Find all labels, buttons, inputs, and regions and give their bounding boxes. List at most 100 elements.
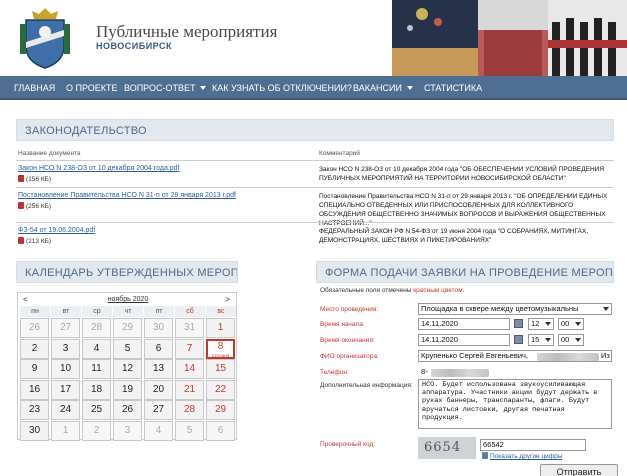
day-number: 5 — [124, 342, 131, 354]
calendar-day[interactable]: 15 — [206, 359, 235, 379]
submit-button[interactable]: Отправить — [540, 464, 618, 476]
weekday-header: ср — [82, 306, 112, 317]
end-label: Время окончания: — [320, 337, 375, 344]
chevron-down-icon — [200, 86, 207, 90]
nav-item-faq[interactable]: Вопрос-ответ — [124, 76, 207, 100]
refresh-captcha-text: Показать другие цифры — [490, 453, 563, 460]
calendar-month-label[interactable]: ноябрь 2020 — [18, 296, 238, 303]
calendar-day[interactable]: 13 — [144, 359, 173, 379]
day-number: 19 — [121, 383, 134, 395]
day-number: 25 — [90, 404, 103, 415]
calendar-day[interactable]: 18 — [82, 379, 111, 400]
calendar-day[interactable]: 26 — [113, 400, 142, 420]
calendar-day[interactable]: 3 — [113, 420, 142, 441]
day-number: 28 — [90, 322, 103, 333]
calendar-day[interactable]: 30 — [144, 318, 173, 338]
calendar-day[interactable]: 9 — [20, 359, 49, 379]
calendar-day[interactable]: 30 — [20, 420, 49, 441]
calendar-day[interactable]: 6 — [144, 338, 173, 359]
doc-link[interactable]: ФЗ-54 от 19.06.2004.pdf — [18, 227, 95, 234]
day-number: 20 — [152, 383, 165, 395]
doc-link[interactable]: Закон НСО N 238-ОЗ от 10 декабря 2004 го… — [18, 165, 180, 172]
day-number: 28 — [183, 404, 196, 415]
calendar-day-today[interactable]: 8 Сегодня — [206, 338, 235, 359]
nav-item-vacancies[interactable]: Вакансии — [353, 76, 413, 100]
day-number: 1 — [62, 424, 69, 436]
doc-link[interactable]: Постановление Правительства НСО N 31-п о… — [18, 192, 236, 199]
redacted-text — [537, 353, 599, 361]
refresh-captcha-link[interactable]: Показать другие цифры — [482, 452, 562, 460]
fio-input[interactable]: Крупенько Сергей Евгеньевич, Из — [418, 350, 612, 362]
calendar-day[interactable]: 23 — [20, 400, 49, 420]
phone-input[interactable]: 8- — [418, 366, 612, 378]
nav-item-about[interactable]: О проекте — [66, 76, 118, 100]
calendar-day[interactable]: 20 — [144, 379, 173, 400]
calendar-day[interactable]: 11 — [82, 359, 111, 379]
extra-info-textarea[interactable]: НСО. Будет использована звукоусиливающая… — [418, 379, 612, 429]
place-select[interactable]: Площадка в сквере между цветомузыкальны — [418, 303, 612, 315]
nav-item-statistics[interactable]: Статистика — [424, 76, 482, 100]
calendar-icon[interactable] — [514, 335, 523, 344]
calendar-day[interactable]: 28 — [82, 318, 111, 338]
start-min-select[interactable]: 00 — [558, 318, 584, 330]
calendar-day[interactable]: 27 — [51, 318, 80, 338]
calendar-day[interactable]: 17 — [51, 379, 80, 400]
calendar-day[interactable]: 25 — [82, 400, 111, 420]
calendar-day[interactable]: 28 — [175, 400, 204, 420]
calendar-day[interactable]: 19 — [113, 379, 142, 400]
calendar-day[interactable]: 4 — [82, 338, 111, 359]
end-date-input[interactable]: 14.11.2020 — [418, 334, 510, 346]
calendar-day[interactable]: 16 — [20, 379, 49, 400]
calendar-day[interactable]: 3 — [51, 338, 80, 359]
calendar-day[interactable]: 22 — [206, 379, 235, 400]
calendar-day[interactable]: 31 — [175, 318, 204, 338]
calendar-next-button[interactable]: > — [225, 295, 230, 304]
start-hour-select[interactable]: 12 — [528, 318, 554, 330]
end-min-select[interactable]: 00 — [558, 334, 584, 346]
weekday-header: вс — [206, 306, 236, 317]
calendar-day[interactable]: 29 — [113, 318, 142, 338]
day-number: 23 — [28, 404, 41, 415]
calendar-day[interactable]: 24 — [51, 400, 80, 420]
nav-item-outages[interactable]: Как узнать об отключении? — [212, 76, 352, 100]
day-number: 30 — [152, 322, 165, 333]
note-text: Обязательные поля отмечены — [320, 287, 414, 294]
calendar-day[interactable]: 1 — [51, 420, 80, 441]
calendar-day[interactable]: 6 — [206, 420, 235, 441]
day-number: 12 — [121, 363, 134, 374]
calendar-day[interactable]: 2 — [82, 420, 111, 441]
calendar-day[interactable]: 7 — [175, 338, 204, 359]
nav-item-home[interactable]: Главная — [14, 76, 55, 100]
captcha-label: Проверочный код: — [320, 441, 376, 448]
calendar-day[interactable]: 4 — [144, 420, 173, 441]
calendar-day[interactable]: 1 — [206, 318, 235, 338]
divider — [16, 222, 614, 223]
site-header: Публичные мероприятия НОВОСИБИРСК — [0, 0, 627, 76]
calendar-day[interactable]: 10 — [51, 359, 80, 379]
calendar-icon[interactable] — [514, 319, 523, 328]
nav-label: О проекте — [66, 83, 118, 93]
law-panel-title: Законодательство — [16, 119, 614, 141]
start-date-input[interactable]: 14.11.2020 — [418, 318, 510, 330]
calendar-day[interactable]: 29 — [206, 400, 235, 420]
day-number: 4 — [93, 342, 100, 354]
calendar-day[interactable]: 5 — [175, 420, 204, 441]
calendar-day[interactable]: 21 — [175, 379, 204, 400]
coat-of-arms-logo[interactable] — [18, 6, 72, 70]
calendar-day[interactable]: 2 — [20, 338, 49, 359]
calendar-day[interactable]: 27 — [144, 400, 173, 420]
day-number: 1 — [217, 322, 224, 333]
calendar-day[interactable]: 5 — [113, 338, 142, 359]
captcha-input[interactable]: 66542 — [480, 439, 586, 451]
weekday-header: чт — [113, 306, 143, 317]
nav-label: Вопрос-ответ — [124, 83, 196, 93]
place-label: Место проведения: — [320, 306, 379, 313]
end-hour-select[interactable]: 15 — [528, 334, 554, 346]
site-subtitle: НОВОСИБИРСК — [96, 41, 172, 51]
start-hour-value: 12 — [531, 319, 540, 328]
redacted-text — [431, 369, 489, 377]
calendar-day[interactable]: 26 — [20, 318, 49, 338]
file-size-text: (213 КБ) — [26, 238, 52, 245]
calendar-day[interactable]: 12 — [113, 359, 142, 379]
calendar-day[interactable]: 14 — [175, 359, 204, 379]
